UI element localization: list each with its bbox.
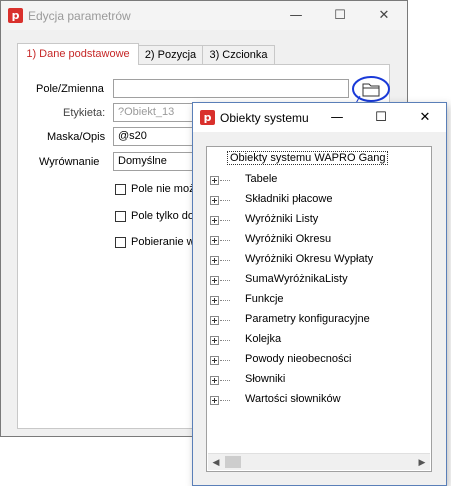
tree-item[interactable]: Parametry konfiguracyjne [245, 313, 370, 325]
tree-connector [220, 260, 230, 261]
tree-item[interactable]: SumaWyróżnikaListy [245, 273, 348, 285]
tree-item[interactable]: Wyróżniki Okresu Wypłaty [245, 253, 373, 265]
tree-item[interactable]: Kolejka [245, 333, 281, 345]
popup-close-button[interactable]: ✕ [403, 103, 447, 132]
objects-tree[interactable]: Obiekty systemu WAPRO Gang Tabele Składni… [206, 146, 432, 472]
tree-connector [220, 400, 230, 401]
expand-plus-icon[interactable] [210, 236, 219, 245]
scroll-left-icon[interactable]: ◀ [208, 454, 224, 470]
horizontal-scrollbar[interactable]: ◀ ▶ [208, 453, 430, 470]
tree-connector [220, 340, 230, 341]
obiekty-systemu-window: p Obiekty systemu — ☐ ✕ Obiekty systemu … [192, 102, 447, 486]
tree-root-item[interactable]: Obiekty systemu WAPRO Gang [227, 151, 389, 165]
expand-plus-icon[interactable] [210, 176, 219, 185]
expand-plus-icon[interactable] [210, 276, 219, 285]
tree-item[interactable]: Powody nieobecności [245, 353, 351, 365]
popup-minimize-button[interactable]: — [315, 103, 359, 132]
expand-plus-icon[interactable] [210, 296, 219, 305]
expand-plus-icon[interactable] [210, 216, 219, 225]
popup-titlebar[interactable]: p Obiekty systemu — ☐ ✕ [193, 103, 446, 132]
tree-item[interactable]: Wartości słowników [245, 393, 341, 405]
tree-item[interactable]: Wyróżniki Listy [245, 213, 318, 225]
tree-item[interactable]: Funkcje [245, 293, 284, 305]
tree-connector [220, 360, 230, 361]
tree-item[interactable]: Słowniki [245, 373, 285, 385]
expand-plus-icon[interactable] [210, 196, 219, 205]
tree-connector [220, 200, 230, 201]
tree-connector [220, 180, 230, 181]
tree-item[interactable]: Składniki płacowe [245, 193, 332, 205]
tree-connector [220, 280, 230, 281]
tree-connector [220, 220, 230, 221]
scroll-thumb[interactable] [225, 456, 241, 468]
expand-plus-icon[interactable] [210, 336, 219, 345]
expand-plus-icon[interactable] [210, 316, 219, 325]
expand-plus-icon[interactable] [210, 356, 219, 365]
tree-connector [220, 320, 230, 321]
popup-logo-icon: p [200, 110, 215, 125]
tree-connector [220, 380, 230, 381]
tree-connector [220, 300, 230, 301]
popup-maximize-button[interactable]: ☐ [359, 103, 403, 132]
expand-plus-icon[interactable] [210, 256, 219, 265]
tree-item[interactable]: Tabele [245, 173, 277, 185]
scroll-right-icon[interactable]: ▶ [414, 454, 430, 470]
tree-item[interactable]: Wyróżniki Okresu [245, 233, 331, 245]
popup-window-title: Obiekty systemu [220, 111, 309, 125]
expand-plus-icon[interactable] [210, 376, 219, 385]
expand-plus-icon[interactable] [210, 396, 219, 405]
tree-connector [220, 240, 230, 241]
tab-dane-podstawowe[interactable]: 1) Dane podstawowe [17, 43, 139, 65]
